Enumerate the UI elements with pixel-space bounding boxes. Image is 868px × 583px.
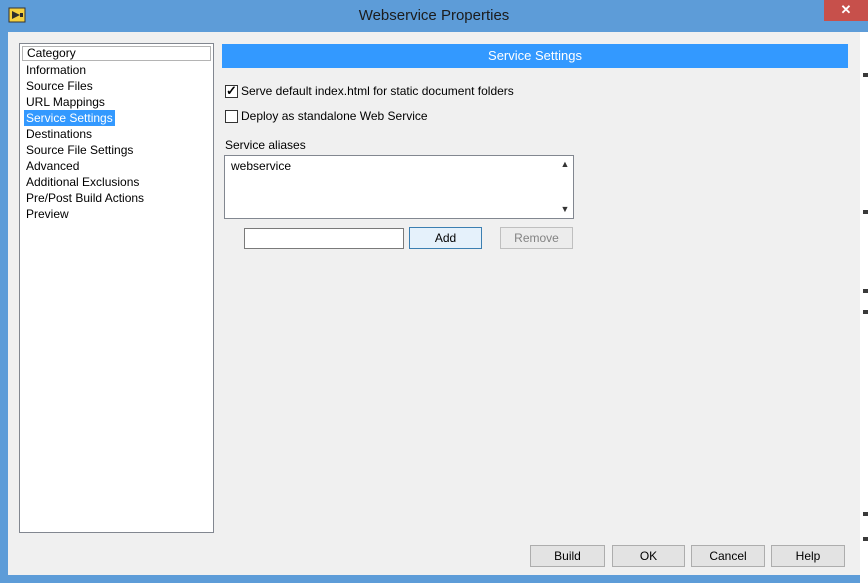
service-aliases-list[interactable]: webservice ▲ ▼ — [224, 155, 574, 219]
chevron-down-icon[interactable]: ▼ — [559, 204, 571, 216]
category-item-url-mappings[interactable]: URL Mappings — [24, 94, 146, 110]
background-glyph — [863, 310, 868, 314]
window-title: Webservice Properties — [358, 7, 510, 24]
category-item-information[interactable]: Information — [24, 62, 146, 78]
title-bar[interactable]: Webservice Properties ✕ — [0, 0, 868, 32]
new-alias-input[interactable] — [244, 228, 404, 249]
help-button[interactable]: Help — [771, 545, 845, 567]
build-button[interactable]: Build — [530, 545, 605, 567]
ok-button[interactable]: OK — [612, 545, 685, 567]
background-glyph — [863, 210, 868, 214]
service-aliases-label: Service aliases — [225, 138, 306, 152]
category-item-pre-post-build-actions[interactable]: Pre/Post Build Actions — [24, 190, 146, 206]
serve-default-checkbox[interactable]: ✓ — [225, 82, 238, 98]
background-window-edge — [860, 32, 868, 583]
cancel-button[interactable]: Cancel — [691, 545, 765, 567]
category-item-source-files[interactable]: Source Files — [24, 78, 146, 94]
add-alias-button[interactable]: Add — [409, 227, 482, 249]
category-items: Information Source Files URL Mappings Se… — [24, 62, 146, 222]
deploy-standalone-label: Deploy as standalone Web Service — [241, 109, 428, 123]
close-button[interactable]: ✕ — [824, 0, 868, 21]
category-item-preview[interactable]: Preview — [24, 206, 146, 222]
properties-window: Webservice Properties ✕ Category Informa… — [0, 0, 868, 583]
category-item-advanced[interactable]: Advanced — [24, 158, 146, 174]
remove-alias-button[interactable]: Remove — [500, 227, 573, 249]
checkmark-icon: ✓ — [226, 82, 237, 98]
category-item-source-file-settings[interactable]: Source File Settings — [24, 142, 146, 158]
deploy-standalone-option[interactable]: Deploy as standalone Web Service — [225, 108, 428, 124]
category-item-destinations[interactable]: Destinations — [24, 126, 146, 142]
chevron-up-icon[interactable]: ▲ — [559, 159, 571, 171]
dialog-client-area: Category Information Source Files URL Ma… — [8, 32, 860, 575]
background-glyph — [863, 537, 868, 541]
section-title: Service Settings — [222, 44, 848, 68]
category-header: Category — [22, 46, 211, 61]
background-glyph — [863, 289, 868, 293]
background-glyph — [863, 73, 868, 77]
serve-default-option[interactable]: ✓ Serve default index.html for static do… — [225, 83, 514, 99]
serve-default-label: Serve default index.html for static docu… — [241, 84, 514, 98]
category-item-additional-exclusions[interactable]: Additional Exclusions — [24, 174, 146, 190]
deploy-standalone-checkbox[interactable] — [225, 109, 238, 123]
category-list[interactable]: Category Information Source Files URL Ma… — [19, 43, 214, 533]
background-glyph — [863, 512, 868, 516]
alias-list-item[interactable]: webservice — [231, 159, 291, 173]
category-item-service-settings[interactable]: Service Settings — [24, 110, 115, 126]
